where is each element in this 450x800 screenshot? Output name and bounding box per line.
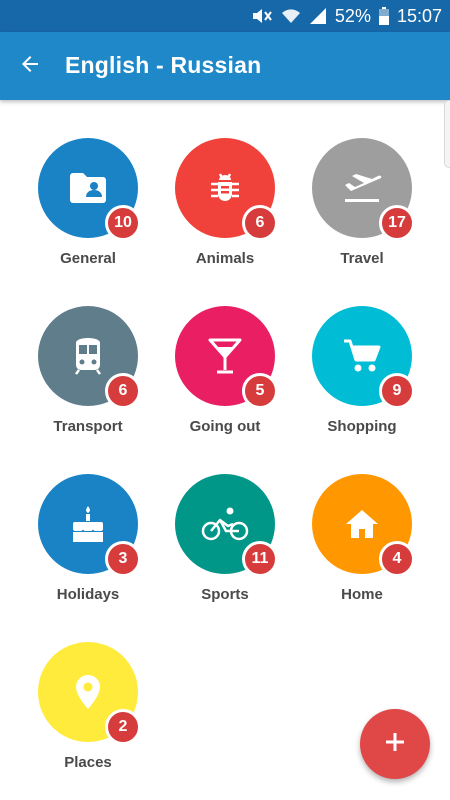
status-bar: 52% 15:07 bbox=[0, 0, 450, 32]
count-badge: 10 bbox=[105, 205, 141, 241]
bicycle-icon bbox=[201, 506, 249, 542]
add-category-button[interactable] bbox=[360, 709, 430, 779]
folder-user-icon bbox=[68, 170, 108, 206]
home-icon bbox=[344, 508, 380, 540]
category-home[interactable]: 4 Home bbox=[302, 474, 422, 614]
category-travel[interactable]: 17 Travel bbox=[302, 138, 422, 278]
battery-icon bbox=[378, 7, 389, 25]
category-label: Places bbox=[64, 754, 112, 771]
category-general[interactable]: 10 General bbox=[28, 138, 148, 278]
category-label: Animals bbox=[195, 250, 255, 267]
category-label: Sports bbox=[201, 586, 249, 603]
clock: 15:07 bbox=[396, 5, 442, 26]
category-going-out[interactable]: 5 Going out bbox=[165, 306, 285, 446]
cake-icon bbox=[69, 504, 107, 544]
category-label: Transport bbox=[53, 418, 123, 435]
count-badge: 11 bbox=[242, 541, 278, 577]
battery-percent: 52% bbox=[334, 5, 371, 26]
count-badge: 4 bbox=[379, 541, 415, 577]
count-badge: 2 bbox=[105, 709, 141, 745]
mute-icon bbox=[251, 7, 273, 25]
count-badge: 9 bbox=[379, 373, 415, 409]
count-badge: 5 bbox=[242, 373, 278, 409]
signal-icon bbox=[309, 7, 327, 25]
shopping-cart-icon bbox=[342, 338, 382, 374]
category-shopping[interactable]: 9 Shopping bbox=[302, 306, 422, 446]
back-button[interactable] bbox=[14, 50, 46, 82]
plane-departure-icon bbox=[342, 171, 382, 205]
status-icons: 52% 15:07 bbox=[251, 0, 442, 32]
category-transport[interactable]: 6 Transport bbox=[28, 306, 148, 446]
bug-icon bbox=[207, 170, 243, 206]
count-badge: 3 bbox=[105, 541, 141, 577]
arrow-left-icon bbox=[18, 52, 42, 81]
category-label: Holidays bbox=[56, 586, 120, 603]
count-badge: 6 bbox=[242, 205, 278, 241]
drawer-edge-handle[interactable] bbox=[444, 100, 450, 168]
app-bar: English - Russian bbox=[0, 32, 450, 100]
count-badge: 6 bbox=[105, 373, 141, 409]
location-pin-icon bbox=[74, 673, 102, 711]
category-places[interactable]: 2 Places bbox=[28, 642, 148, 782]
wifi-icon bbox=[281, 7, 301, 25]
category-label: General bbox=[60, 250, 116, 267]
count-badge: 17 bbox=[379, 205, 415, 241]
category-animals[interactable]: 6 Animals bbox=[165, 138, 285, 278]
plus-icon bbox=[384, 731, 406, 758]
category-label: Shopping bbox=[327, 418, 397, 435]
category-sports[interactable]: 11 Sports bbox=[165, 474, 285, 614]
category-label: Going out bbox=[189, 418, 261, 435]
train-icon bbox=[72, 337, 104, 375]
page-title: English - Russian bbox=[65, 52, 262, 78]
category-label: Travel bbox=[340, 250, 384, 267]
category-holidays[interactable]: 3 Holidays bbox=[28, 474, 148, 614]
category-label: Home bbox=[341, 586, 383, 603]
cocktail-icon bbox=[207, 337, 243, 375]
